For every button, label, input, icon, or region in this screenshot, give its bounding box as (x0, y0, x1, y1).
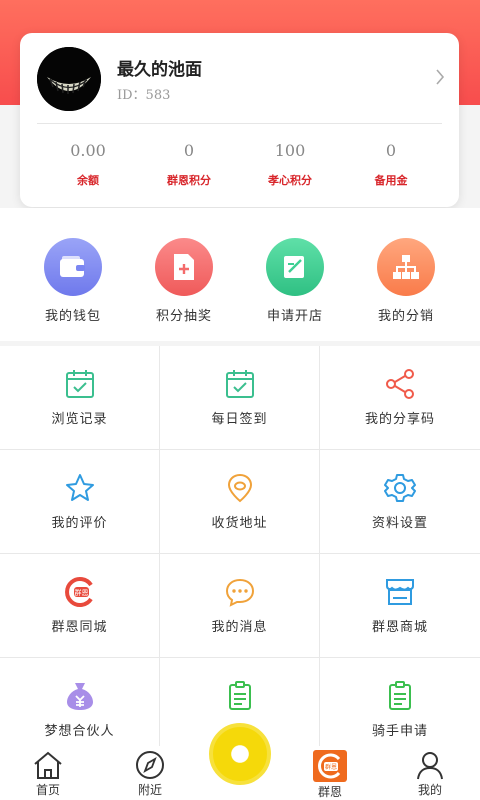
share-icon (386, 369, 414, 399)
grid-item-label: 群恩商城 (371, 620, 428, 635)
qunen-tab-icon: 群恩 (313, 750, 347, 782)
tab-label: 附近 (137, 783, 162, 797)
feature-grid: 浏览记录 每日签到 我的分享码 我的评价 收货地址 资料设置 群恩 群恩同城 我… (0, 346, 480, 746)
quick-action-label: 我的钱包 (44, 309, 101, 324)
tab-label: 首页 (35, 783, 60, 797)
grid-item-local-city[interactable]: 群恩 群恩同城 (0, 554, 159, 657)
document-icon (389, 681, 411, 710)
stat-label: 余额 (77, 174, 99, 187)
wallet-icon (44, 238, 102, 296)
tab-nearby[interactable]: 附近 (110, 746, 190, 800)
profile-card[interactable]: 最久的池面 ID：583 0.00 余额 0 群恩积分 100 孝心积分 0 备… (20, 33, 459, 207)
tab-mine[interactable]: 我的 (390, 746, 470, 800)
location-icon (227, 473, 252, 503)
svg-text:群恩: 群恩 (74, 588, 88, 597)
lottery-icon (155, 238, 213, 296)
star-icon (65, 474, 94, 501)
compass-icon (136, 751, 164, 779)
open-store-button[interactable]: 申请开店 (235, 238, 355, 324)
stat-value: 0 (183, 141, 195, 160)
grid-item-label: 收货地址 (211, 516, 268, 531)
grid-item-label: 我的分享码 (364, 412, 435, 427)
grid-item-daily-checkin[interactable]: 每日签到 (160, 346, 319, 449)
stat-value: 100 (274, 141, 306, 160)
distribution-icon (377, 238, 435, 296)
grid-item-label: 我的评价 (51, 516, 108, 531)
grid-item-label: 群恩同城 (51, 620, 108, 635)
grid-item-label: 浏览记录 (51, 412, 108, 427)
calendar-check-icon (225, 370, 254, 398)
tab-label: 群恩 (317, 785, 342, 799)
quick-actions: 我的钱包 积分抽奖 申请开店 我的分销 (0, 208, 480, 341)
grid-item-label: 我的消息 (211, 620, 268, 635)
money-bag-icon (66, 683, 93, 710)
gear-icon (384, 474, 416, 502)
lottery-button[interactable]: 积分抽奖 (124, 238, 244, 324)
stat-balance[interactable]: 0.00 余额 (38, 141, 138, 188)
document-icon (228, 681, 251, 710)
stat-filial-points[interactable]: 100 孝心积分 (240, 141, 340, 188)
grid-item-mall[interactable]: 群恩商城 (320, 554, 480, 657)
stat-reserve[interactable]: 0 备用金 (341, 141, 441, 188)
grid-item-rider-apply[interactable]: 骑手申请 (320, 658, 480, 746)
stat-value: 0 (385, 141, 397, 160)
stat-points[interactable]: 0 群恩积分 (139, 141, 239, 188)
user-id: ID：583 (117, 88, 171, 103)
stat-label: 孝心积分 (268, 174, 312, 187)
grid-item-label: 资料设置 (371, 516, 428, 531)
svg-text:群恩: 群恩 (325, 763, 337, 771)
grid-item-share-code[interactable]: 我的分享码 (320, 346, 480, 449)
quick-action-label: 积分抽奖 (155, 309, 212, 324)
grid-item-profile-settings[interactable]: 资料设置 (320, 450, 480, 553)
stat-value: 0.00 (70, 141, 106, 160)
user-name: 最久的池面 (117, 60, 202, 80)
grid-item-dream-partner[interactable]: 梦想合伙人 (0, 658, 159, 746)
calendar-check-icon (65, 370, 94, 398)
tab-label: 我的 (417, 783, 442, 797)
wallet-button[interactable]: 我的钱包 (13, 238, 133, 324)
chevron-right-icon[interactable] (435, 69, 445, 85)
quick-action-label: 我的分销 (377, 309, 434, 324)
stat-label: 备用金 (374, 174, 408, 187)
tab-qunen[interactable]: 群恩 群恩 (290, 746, 370, 800)
home-icon (34, 751, 62, 779)
stat-label: 群恩积分 (167, 174, 211, 187)
message-icon (225, 578, 254, 607)
quick-action-label: 申请开店 (266, 309, 323, 324)
tab-home[interactable]: 首页 (8, 746, 88, 800)
store-icon (386, 579, 414, 605)
grid-item-my-reviews[interactable]: 我的评价 (0, 450, 159, 553)
center-action-button[interactable] (209, 723, 271, 785)
qunen-logo-icon: 群恩 (64, 577, 93, 607)
grid-item-messages[interactable]: 我的消息 (160, 554, 319, 657)
grid-item-browse-history[interactable]: 浏览记录 (0, 346, 159, 449)
divider (37, 123, 442, 124)
grid-item-label: 骑手申请 (371, 724, 428, 739)
grid-item-address[interactable]: 收货地址 (160, 450, 319, 553)
distribution-button[interactable]: 我的分销 (346, 238, 466, 324)
user-icon (417, 752, 443, 780)
edit-icon (266, 238, 324, 296)
avatar[interactable] (37, 47, 101, 111)
grid-item-label: 每日签到 (211, 412, 268, 427)
grid-item-label: 梦想合伙人 (44, 724, 115, 739)
